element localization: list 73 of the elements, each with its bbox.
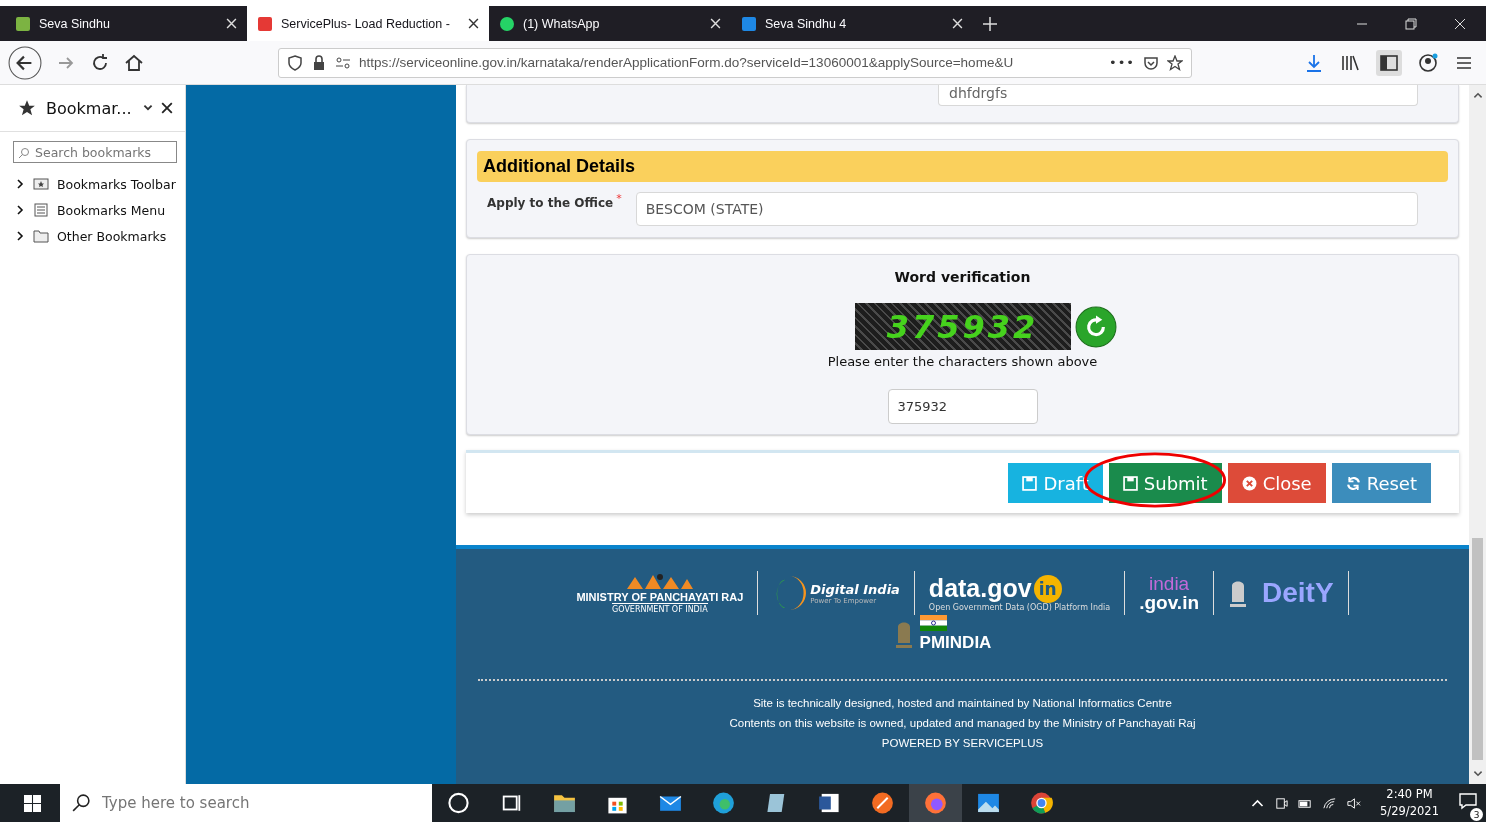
india-gov-logo: india .gov.in [1139,574,1199,612]
close-icon[interactable] [468,18,479,29]
search-field[interactable]: Search bookmarks [13,141,177,163]
flag-icon [919,615,947,631]
meet-now-icon[interactable] [1274,795,1290,811]
pmindia-logo: PMINDIA [893,615,992,653]
bookmark-folder[interactable]: Bookmarks Menu [57,202,166,218]
site-icon [15,15,31,32]
search-icon [72,794,90,812]
notification-icon[interactable] [1458,791,1478,811]
url-text: https://serviceonline.gov.in/karnataka/renderApplicationForm.do?serviceId=13060001&applySource=home&U [359,55,1015,70]
close-icon[interactable] [161,102,173,114]
clock-date[interactable]: 5/29/2021 [1380,803,1439,820]
action-button[interactable]: Reset [1331,463,1431,503]
sidebar-title[interactable]: Bookmar... [46,98,132,118]
site-icon [499,15,515,32]
back-icon[interactable] [8,45,42,80]
account-icon[interactable] [1418,52,1438,73]
action-button[interactable]: Submit [1108,463,1222,503]
office-field[interactable]: BESCOM (STATE) [635,192,1418,226]
shield-icon [287,54,303,71]
save-icon [1022,475,1038,491]
pocket-icon[interactable] [1143,54,1159,71]
browser-tab[interactable]: ServicePlus- Load Reduction - [247,6,489,41]
field-label: Apply to the Office [487,196,614,210]
section-heading: Additional Details [477,151,1448,182]
deity-logo: DeitY [1228,576,1334,610]
firefox-browser-icon[interactable] [909,784,962,822]
footer-text: POWERED BY SERVICEPLUS [881,736,1044,751]
browser-tab[interactable]: Seva Sindhu 4 [731,6,973,41]
sidebar-icon[interactable] [1376,49,1402,76]
taskbar-search-field[interactable]: Type here to search [60,784,432,822]
reload-icon[interactable] [90,52,110,73]
footer-text: Contents on this website is owned, updated and managed by the Ministry of Panchayati Raj [729,716,1196,731]
captcha-field[interactable]: 375932 [887,389,1038,424]
refresh-icon [1345,475,1361,491]
page-actions-button[interactable]: ••• [1109,55,1135,70]
footer-text: Site is technically designed, hosted and maintained by National Informatics Centre [753,696,1172,711]
restore-icon[interactable] [1405,17,1417,30]
wifi-icon[interactable] [1322,795,1338,811]
speaker-muted-icon[interactable] [1346,795,1362,811]
action-button[interactable]: Close [1227,463,1326,503]
captcha-image: 375932 [854,303,1071,350]
search-icon [18,147,30,159]
clock-time[interactable]: 2:40 PM [1386,786,1433,803]
close-circle-icon [1241,475,1257,491]
site-icon [741,15,757,32]
address-bar[interactable]: https://serviceonline.gov.in/karnataka/renderApplicationForm.do?serviceId=13060001&applySource=home&U ••• [278,47,1192,78]
home-icon[interactable] [124,52,144,73]
data-gov-logo: data.gov in Open Government Data (OGD) Platform India [928,574,1111,612]
section-heading: Word verification [894,269,1031,285]
required-mark: * [616,192,622,205]
new-tab-icon[interactable] [983,16,997,31]
reason-field[interactable]: dhfdrgfs [938,85,1418,106]
bookmark-folder[interactable]: Bookmarks Toolbar [57,176,176,192]
star-box-icon [33,177,49,191]
permissions-icon [335,54,351,71]
save-icon [1122,475,1138,491]
refresh-icon[interactable] [1074,305,1117,348]
scrollbar-thumb[interactable] [1472,538,1483,760]
captcha-hint: Please enter the characters shown above [827,354,1098,369]
lock-icon [311,54,327,71]
folder-icon [33,229,49,243]
star-icon [18,99,36,117]
list-icon [33,203,49,217]
ministry-logo: MINISTRY OF PANCHAYATI RAJ GOVERNMENT OF INDIA [576,572,744,614]
star-icon[interactable] [1167,54,1183,71]
download-icon[interactable] [1304,52,1324,73]
site-icon [257,15,273,32]
browser-tab[interactable]: Seva Sindhu [5,6,247,41]
browser-tab[interactable]: (1) WhatsApp [489,6,731,41]
bookmark-folder[interactable]: Other Bookmarks [57,228,167,244]
notification-count: 3 [1470,808,1483,821]
